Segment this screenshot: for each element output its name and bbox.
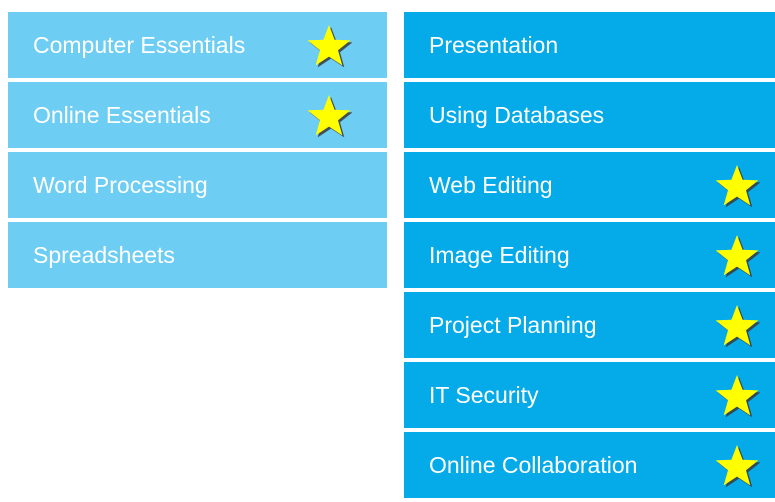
- module-label: Image Editing: [429, 242, 570, 268]
- module-label: Web Editing: [429, 172, 553, 198]
- module-tile-web-editing[interactable]: Web Editing: [404, 152, 775, 218]
- star-icon: [714, 373, 760, 419]
- module-label: Online Collaboration: [429, 452, 638, 478]
- module-tile-presentation[interactable]: Presentation: [404, 12, 775, 78]
- module-tile-using-databases[interactable]: Using Databases: [404, 82, 775, 148]
- module-label: Spreadsheets: [33, 242, 175, 268]
- star-icon: [714, 303, 760, 349]
- module-tile-word-processing[interactable]: Word Processing: [8, 152, 387, 218]
- module-tile-computer-essentials[interactable]: Computer Essentials: [8, 12, 387, 78]
- module-tile-project-planning[interactable]: Project Planning: [404, 292, 775, 358]
- module-tile-online-collaboration[interactable]: Online Collaboration: [404, 432, 775, 498]
- star-icon: [306, 23, 352, 69]
- star-icon: [306, 93, 352, 139]
- module-tile-online-essentials[interactable]: Online Essentials: [8, 82, 387, 148]
- module-tile-it-security[interactable]: IT Security: [404, 362, 775, 428]
- module-label: Project Planning: [429, 312, 597, 338]
- module-label: Computer Essentials: [33, 32, 246, 58]
- module-label: Presentation: [429, 32, 559, 58]
- star-icon: [714, 443, 760, 489]
- module-label: Online Essentials: [33, 102, 211, 128]
- module-tile-spreadsheets[interactable]: Spreadsheets: [8, 222, 387, 288]
- module-label: Word Processing: [33, 172, 208, 198]
- module-label: IT Security: [429, 382, 539, 408]
- star-icon: [714, 233, 760, 279]
- module-label: Using Databases: [429, 102, 605, 128]
- left-module-column: Computer Essentials Online Essentials Wo…: [8, 12, 387, 292]
- star-icon: [714, 163, 760, 209]
- right-module-column: Presentation Using Databases Web Editing…: [404, 12, 775, 502]
- module-tile-image-editing[interactable]: Image Editing: [404, 222, 775, 288]
